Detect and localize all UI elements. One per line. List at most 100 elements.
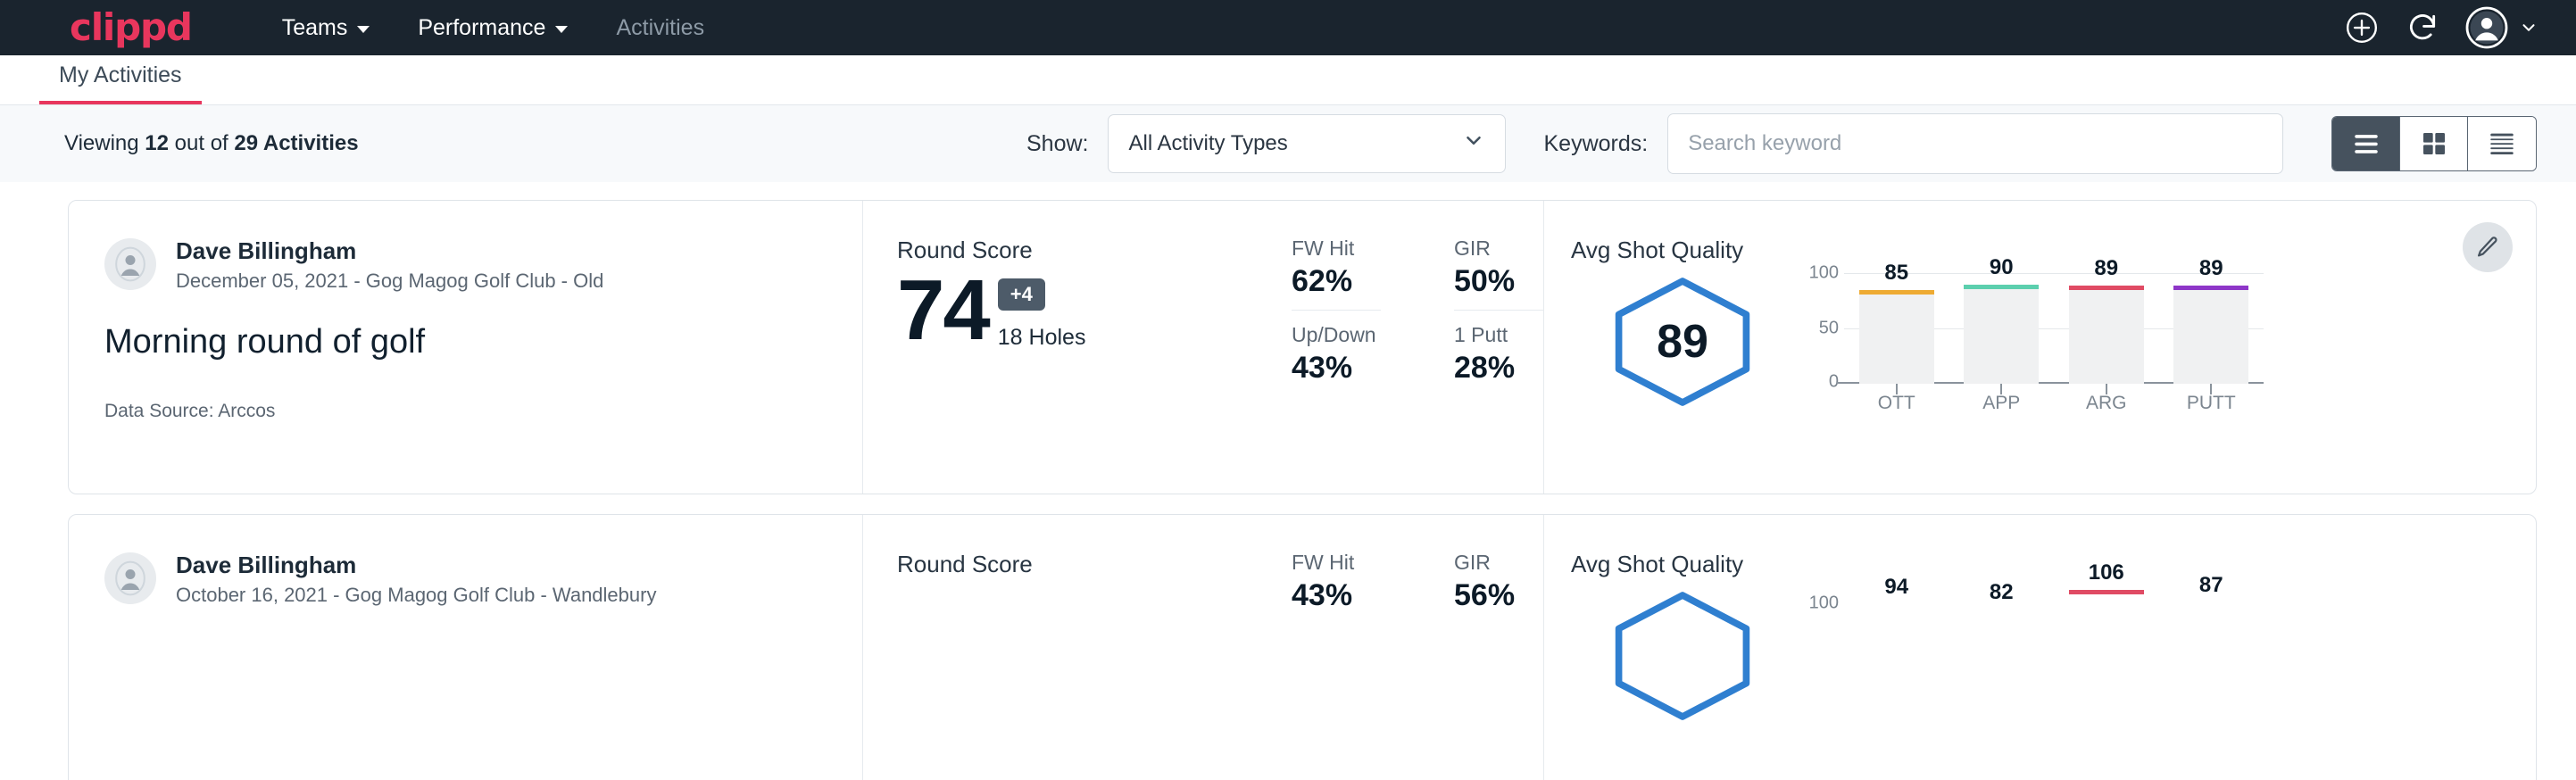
shot-quality-bar-chart: 100 50 0 85 [1799, 268, 2264, 428]
chevron-down-icon [1462, 129, 1485, 159]
bar-arg: 89 [2069, 268, 2144, 384]
bar-cap [2069, 286, 2144, 290]
nav-item-activities[interactable]: Activities [592, 15, 728, 41]
activity-title: Morning round of golf [104, 323, 862, 361]
bar-putt: 87 [2173, 582, 2248, 698]
stat-value: 28% [1454, 351, 1543, 386]
author-name: Dave Billingham [176, 551, 656, 580]
stat-fw-hit: FW Hit 43% [1292, 551, 1381, 613]
compact-view-icon [2487, 130, 2517, 157]
person-icon [112, 560, 148, 596]
activity-type-select[interactable]: All Activity Types [1108, 114, 1506, 173]
stat-1-putt: 1 Putt 28% [1454, 323, 1543, 386]
chart-bars: 94 82 106 8 [1844, 582, 2264, 698]
filter-controls: Show: All Activity Types Keywords: [1026, 113, 2283, 174]
viewing-count: 12 [145, 131, 169, 155]
quality-hex: 89 [1571, 268, 1794, 409]
x-label-arg: ARG [2069, 393, 2144, 414]
holes-label: 18 Holes [998, 325, 1086, 351]
round-score-column: Round Score [863, 515, 1283, 780]
primary-nav: Teams Performance Activities [258, 15, 728, 41]
x-label-ott: OTT [1859, 393, 1934, 414]
hexagon-icon [1607, 589, 1758, 723]
avg-shot-quality-label: Avg Shot Quality [1571, 551, 2536, 578]
chart-x-labels: OTT APP ARG PUTT [1844, 393, 2264, 414]
pencil-icon [2475, 235, 2500, 260]
stat-value: 50% [1454, 264, 1543, 299]
activity-card[interactable]: Dave Billingham December 05, 2021 - Gog … [68, 200, 2537, 494]
avg-shot-quality-column: Avg Shot Quality 89 100 50 0 [1543, 201, 2536, 494]
chevron-down-icon [2519, 18, 2539, 37]
viewing-prefix: Viewing [64, 131, 139, 155]
avg-shot-quality-label: Avg Shot Quality [1571, 236, 2536, 264]
filter-toolbar: Viewing 12 out of 29 Activities Show: Al… [0, 105, 2576, 182]
activities-list: Dave Billingham December 05, 2021 - Gog … [0, 182, 2576, 780]
stat-label: GIR [1454, 551, 1543, 575]
chart-y-axis: 100 50 0 [1799, 268, 1839, 384]
divider [1454, 310, 1543, 311]
tab-bar: My Activities [0, 55, 2576, 105]
edit-activity-button[interactable] [2463, 222, 2513, 272]
bar-cap [1964, 610, 2039, 614]
nav-item-performance[interactable]: Performance [394, 15, 592, 41]
avatar [104, 552, 156, 604]
stat-value: 56% [1454, 578, 1543, 613]
shot-quality-bar-chart: 100 94 82 [1799, 582, 2264, 743]
round-score-value-row: 74 +4 18 Holes [897, 270, 1283, 351]
stat-label: FW Hit [1292, 551, 1381, 575]
brand-logo[interactable]: clippd [70, 9, 192, 46]
bar-cap [1859, 290, 1934, 295]
bar-app: 82 [1964, 582, 2039, 698]
y-tick-100: 100 [1809, 593, 1839, 614]
show-label: Show: [1026, 131, 1088, 157]
list-view-icon [2351, 130, 2381, 157]
search-input[interactable] [1667, 113, 2283, 174]
round-score-column: Round Score 74 +4 18 Holes [863, 201, 1283, 494]
bar-cap [2069, 590, 2144, 594]
bar-app: 90 [1964, 268, 2039, 384]
y-tick-50: 50 [1819, 319, 1839, 339]
bar-cap [2173, 602, 2248, 607]
avg-shot-quality-column: Avg Shot Quality 100 [1543, 515, 2536, 780]
activity-author: Dave Billingham December 05, 2021 - Gog … [104, 236, 862, 293]
activity-meta: October 16, 2021 - Gog Magog Golf Club -… [176, 584, 656, 607]
bar-cap [1859, 604, 1934, 609]
bar-value: 94 [1884, 575, 1908, 600]
bar-value: 106 [2089, 560, 2124, 585]
view-toggle-grid[interactable] [2400, 117, 2468, 170]
view-toggle-compact[interactable] [2468, 117, 2536, 170]
chevron-down-icon [357, 26, 370, 33]
round-score-label: Round Score [897, 551, 1283, 578]
stat-label: Up/Down [1292, 323, 1381, 347]
bar-value: 85 [1884, 261, 1908, 286]
chart-plot-area: 94 82 106 8 [1844, 582, 2264, 698]
x-label-app: APP [1964, 393, 2039, 414]
stat-value: 43% [1292, 578, 1381, 613]
bar-value: 90 [1990, 255, 2014, 280]
x-label-putt: PUTT [2173, 393, 2248, 414]
quality-hex [1571, 582, 1794, 723]
bar-value: 87 [2199, 573, 2223, 598]
bar-cap [1964, 285, 2039, 289]
tab-my-activities[interactable]: My Activities [39, 62, 202, 104]
bar-ott: 94 [1859, 582, 1934, 698]
score-to-par-badge: +4 [998, 278, 1045, 311]
activity-card[interactable]: Dave Billingham October 16, 2021 - Gog M… [68, 514, 2537, 780]
nav-item-teams[interactable]: Teams [258, 15, 395, 41]
author-name: Dave Billingham [176, 236, 603, 266]
stat-up-down: Up/Down 43% [1292, 323, 1381, 386]
bar-putt: 89 [2173, 268, 2248, 384]
stats-column: FW Hit 62% Up/Down 43% GIR 50% 1 Putt 28… [1283, 201, 1543, 494]
bar-value: 82 [1990, 580, 2014, 605]
chart-y-axis: 100 [1799, 582, 1839, 698]
avatar [104, 238, 156, 290]
view-toggle-list[interactable] [2332, 117, 2400, 170]
add-icon[interactable] [2344, 10, 2380, 46]
bar-value: 89 [2094, 256, 2118, 281]
account-menu[interactable] [2465, 6, 2539, 49]
refresh-icon[interactable] [2405, 10, 2440, 46]
stat-gir: GIR 56% [1454, 551, 1543, 613]
nav-actions [2344, 6, 2539, 49]
view-mode-toggle-group [2331, 116, 2537, 171]
nav-item-performance-label: Performance [418, 15, 545, 41]
